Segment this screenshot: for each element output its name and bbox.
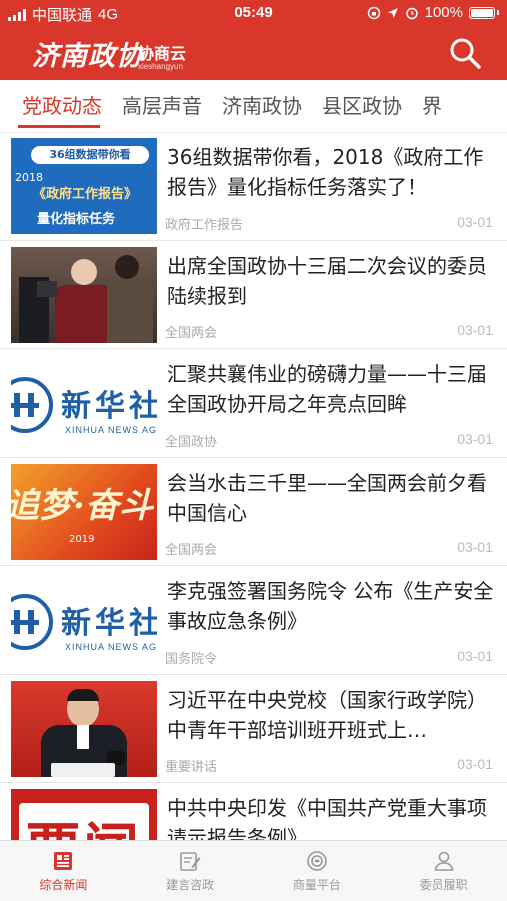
news-category: 国务院令 — [165, 651, 218, 667]
news-category: 政府工作报告 — [165, 217, 244, 233]
chat-circle-icon — [307, 851, 327, 871]
header: 中国联通 4G 05:49 100% 济南政协 协商云 xieshangyun — [0, 0, 507, 80]
thumb-badge: 36组数据带你看 — [31, 146, 149, 164]
news-item[interactable]: 要闻 中共中央印发《中国共产党重大事项请示报告条例》 — [0, 783, 507, 840]
news-category: 全国政协 — [165, 434, 218, 450]
news-thumbnail: 新华社 XINHUA NEWS AGEN — [11, 355, 157, 451]
news-category: 全国两会 — [165, 326, 218, 341]
brand-pinyin: xieshangyun — [138, 62, 183, 71]
news-item[interactable]: 出席全国政协十三届二次会议的委员陆续报到 全国两会 03-01 — [0, 241, 507, 349]
nav-advice[interactable]: 建言咨政 — [127, 841, 254, 901]
news-date: 03-01 — [457, 430, 493, 447]
brand-name: 协商云 — [138, 44, 187, 63]
battery-percent: 100% — [424, 4, 463, 21]
tab-party-news[interactable]: 党政动态 — [0, 80, 112, 132]
nav-label: 商量平台 — [292, 878, 341, 892]
news-list: 36组数据带你看 2018 《政府工作报告》 量化指标任务 36组数据带你看，2… — [0, 132, 507, 840]
news-date: 03-01 — [457, 647, 493, 664]
news-date: 03-01 — [457, 756, 493, 772]
tab-jinan-cppcc[interactable]: 济南政协 — [212, 80, 312, 132]
location-icon — [387, 7, 398, 18]
news-title: 汇聚共襄伟业的磅礴力量——十三届全国政协开局之年亮点回眸 — [167, 362, 487, 416]
news-date: 03-01 — [457, 322, 493, 338]
nav-consultation[interactable]: 商量平台 — [254, 841, 381, 901]
news-thumbnail: 追梦·奋斗 2019 — [11, 463, 157, 560]
news-title: 中共中央印发《中国共产党重大事项请示报告条例》 — [167, 796, 487, 840]
news-title: 出席全国政协十三届二次会议的委员陆续报到 — [167, 253, 487, 308]
alarm-icon — [405, 7, 418, 19]
news-title: 习近平在中央党校（国家行政学院）中青年干部培训班开班式上… — [167, 687, 487, 742]
news-thumbnail: 新华社 XINHUA NEWS AGEN — [11, 572, 157, 668]
app-bar: 济南政协 协商云 xieshangyun — [0, 26, 507, 80]
thumb-xinhua-en: XINHUA NEWS AGEN — [65, 425, 157, 435]
xinhua-logo-icon — [11, 377, 53, 433]
category-tabs: 党政动态 高层声音 济南政协 县区政协 界 — [0, 80, 507, 133]
news-category: 全国两会 — [165, 543, 218, 558]
nav-member-duty[interactable]: 委员履职 — [380, 841, 507, 901]
logo-script: 济南政协 — [32, 41, 144, 72]
thumb-line1: 《政府工作报告》 — [33, 187, 138, 202]
news-date: 03-01 — [457, 539, 493, 555]
news-item[interactable]: 新华社 XINHUA NEWS AGEN 李克强签署国务院令 公布《生产安全事故… — [0, 566, 507, 675]
news-item[interactable]: 习近平在中央党校（国家行政学院）中青年干部培训班开班式上… 重要讲话 03-01 — [0, 675, 507, 783]
status-bar: 中国联通 4G 05:49 100% — [0, 0, 507, 26]
thumb-year: 2019 — [69, 533, 95, 545]
person-icon — [434, 851, 454, 871]
xinhua-logo-icon — [11, 594, 53, 650]
tab-top-voices[interactable]: 高层声音 — [112, 80, 212, 132]
bottom-nav: 综合新闻 建言咨政 商量平台 委员履职 — [0, 840, 507, 901]
thumb-year: 2018 — [15, 171, 43, 184]
search-icon[interactable] — [447, 35, 483, 71]
news-thumbnail — [11, 246, 157, 343]
tab-county-cppcc[interactable]: 县区政协 — [312, 80, 412, 132]
edit-note-icon — [180, 852, 201, 871]
newspaper-icon — [54, 852, 73, 870]
news-thumbnail: 要闻 — [11, 789, 157, 840]
news-title: 李克强签署国务院令 公布《生产安全事故应急条例》 — [167, 579, 494, 633]
tab-more[interactable]: 界 — [412, 80, 452, 132]
news-item[interactable]: 36组数据带你看 2018 《政府工作报告》 量化指标任务 36组数据带你看，2… — [0, 132, 507, 241]
thumb-xinhua-cn: 新华社 — [61, 389, 157, 424]
news-category: 重要讲话 — [165, 760, 218, 775]
news-thumbnail — [11, 680, 157, 777]
nav-label: 建言咨政 — [166, 878, 215, 892]
nav-label: 综合新闻 — [39, 878, 88, 892]
news-thumbnail: 36组数据带你看 2018 《政府工作报告》 量化指标任务 — [11, 138, 157, 234]
thumb-slogan: 追梦·奋斗 — [11, 485, 153, 526]
news-item[interactable]: 追梦·奋斗 2019 会当水击三千里——全国两会前夕看中国信心 全国两会 03-… — [0, 458, 507, 566]
news-date: 03-01 — [457, 213, 493, 230]
news-title: 36组数据带你看，2018《政府工作报告》量化指标任务落实了！ — [167, 145, 484, 199]
news-item[interactable]: 新华社 XINHUA NEWS AGEN 汇聚共襄伟业的磅礴力量——十三届全国政… — [0, 349, 507, 458]
nav-label: 委员履职 — [419, 878, 468, 892]
battery-icon — [469, 6, 495, 19]
thumb-line2: 量化指标任务 — [37, 212, 116, 227]
news-title: 会当水击三千里——全国两会前夕看中国信心 — [167, 470, 487, 525]
thumb-xinhua-en: XINHUA NEWS AGEN — [65, 642, 157, 652]
thumb-banner-text: 要闻 — [25, 805, 141, 840]
app-logo: 协商云 xieshangyun — [138, 40, 186, 71]
nav-comprehensive-news[interactable]: 综合新闻 — [0, 841, 127, 901]
thumb-xinhua-cn: 新华社 — [61, 606, 157, 641]
rotation-lock-icon — [367, 6, 380, 19]
